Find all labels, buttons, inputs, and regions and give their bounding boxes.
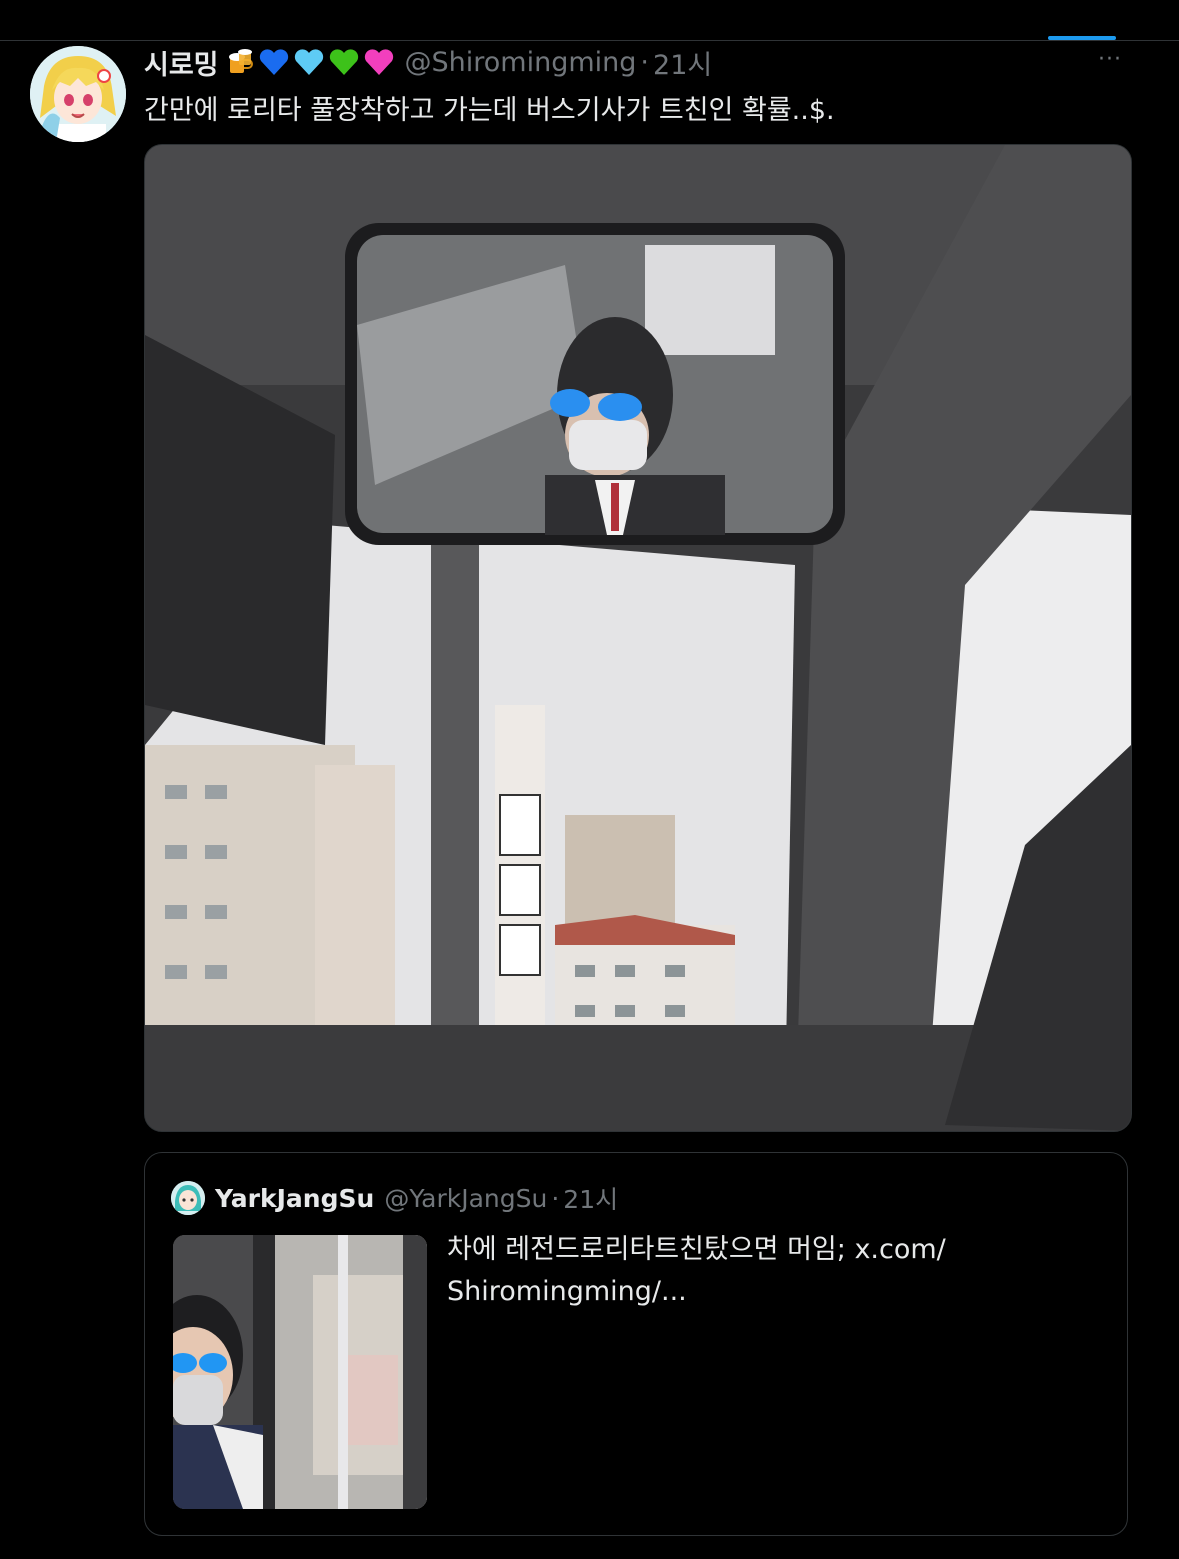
tweet-text: 간만에 로리타 풀장착하고 가는데 버스기사가 트친인 확률..$.	[144, 95, 835, 126]
quoted-handle[interactable]: @YarkJangSu	[384, 1184, 547, 1213]
green-heart-icon	[329, 49, 358, 75]
bus-interior-photo	[145, 145, 1131, 1131]
blue-heart-icon	[259, 49, 288, 75]
quoted-tweet[interactable]: YarkJangSu @YarkJangSu · 21시 차에 레전드로리타트친…	[144, 1152, 1128, 1536]
avatar[interactable]	[30, 46, 126, 142]
bus-selfie-photo	[173, 1235, 427, 1509]
quoted-tweet-text: 차에 레전드로리타트친탔으면 머임; x.com/ Shiromingming/…	[447, 1229, 1047, 1313]
quoted-timestamp[interactable]: 21시	[563, 1180, 618, 1216]
quoted-separator-dot: ·	[551, 1183, 560, 1213]
separator-dot: ·	[640, 46, 650, 78]
quoted-text-line-1: 차에 레전드로리타트친탔으면 머임; x.com/	[447, 1234, 946, 1265]
quoted-avatar	[171, 1181, 205, 1215]
quoted-text-line-2[interactable]: Shiromingming/...	[447, 1271, 1047, 1313]
more-options-icon[interactable]: ···	[1098, 49, 1134, 71]
tweet-header: 시로밍 @Shiromingming · 21시	[144, 43, 712, 82]
tweet-photo[interactable]	[144, 144, 1132, 1132]
pink-heart-icon	[364, 49, 393, 75]
anime-avatar-image	[171, 1181, 205, 1215]
beer-icon	[228, 49, 253, 73]
handle[interactable]: @Shiromingming	[405, 47, 637, 78]
timestamp[interactable]: 21시	[653, 43, 712, 82]
light-blue-heart-icon	[294, 49, 323, 75]
display-name[interactable]: 시로밍	[144, 43, 219, 82]
anime-avatar-image	[30, 46, 126, 142]
quoted-tweet-header: YarkJangSu @YarkJangSu · 21시	[171, 1181, 618, 1215]
name-emojis	[225, 47, 395, 77]
active-tab-indicator	[1048, 36, 1116, 40]
quoted-display-name[interactable]: YarkJangSu	[215, 1184, 374, 1213]
top-divider	[0, 40, 1179, 41]
quoted-thumbnail[interactable]	[173, 1235, 427, 1509]
